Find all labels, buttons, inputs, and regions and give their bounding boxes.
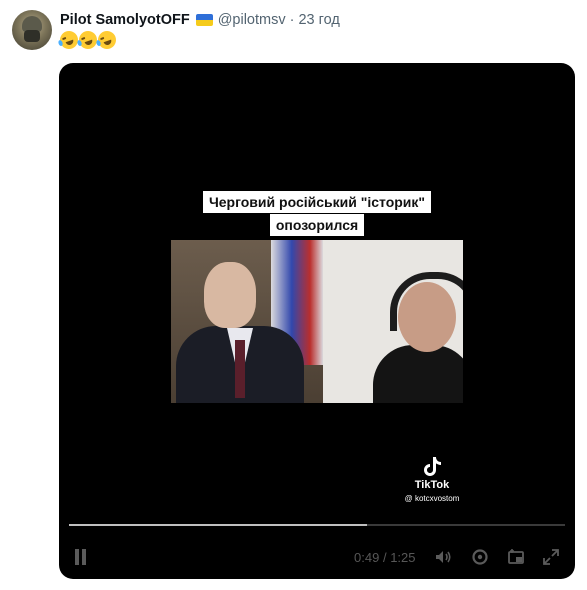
progress-bar[interactable] [69,524,565,526]
pause-icon[interactable] [74,549,88,565]
left-person-head [204,262,256,328]
left-person-scene [171,240,323,403]
separator-dot: · [289,12,295,28]
tweet-header: Pilot SamolyotOFF @pilotmsv · 23 год [60,10,340,30]
duration: 1:25 [390,550,416,565]
display-name[interactable]: Pilot SamolyotOFF [60,12,190,28]
timecode: 0:49 / 1:25 [354,550,416,565]
headphones-icon [390,272,463,331]
user-handle[interactable]: @pilotmsv [218,12,286,28]
ukraine-flag-icon [195,14,213,26]
time-separator: / [382,550,387,565]
video-player[interactable]: Черговий російський "історик" опозорился… [59,63,575,579]
tweet-text [57,28,119,52]
fullscreen-icon[interactable] [541,547,561,567]
right-person-body [373,345,463,403]
progress-fill [69,524,367,526]
left-person-tie [235,340,245,398]
settings-icon[interactable] [470,547,490,567]
video-caption-line1: Черговий російський "історик" [59,191,575,213]
avatar[interactable] [12,10,52,50]
avatar-mask [24,30,40,42]
right-person-scene [323,240,463,403]
player-controls: 0:49 / 1:25 [59,539,575,573]
volume-icon[interactable] [433,547,453,567]
rolling-laughing-emoji-icon [95,28,119,52]
video-frame [171,240,463,403]
tiktok-label: TikTok [414,479,450,491]
timestamp[interactable]: 23 год [298,12,339,28]
current-time: 0:49 [354,550,380,565]
tiktok-icon [421,455,443,477]
tiktok-handle: @ kotcxvostom [404,494,460,503]
video-caption-line2: опозорился [59,214,575,236]
tiktok-watermark: TikTok @ kotcxvostom [387,455,477,503]
picture-in-picture-icon[interactable] [506,547,526,567]
